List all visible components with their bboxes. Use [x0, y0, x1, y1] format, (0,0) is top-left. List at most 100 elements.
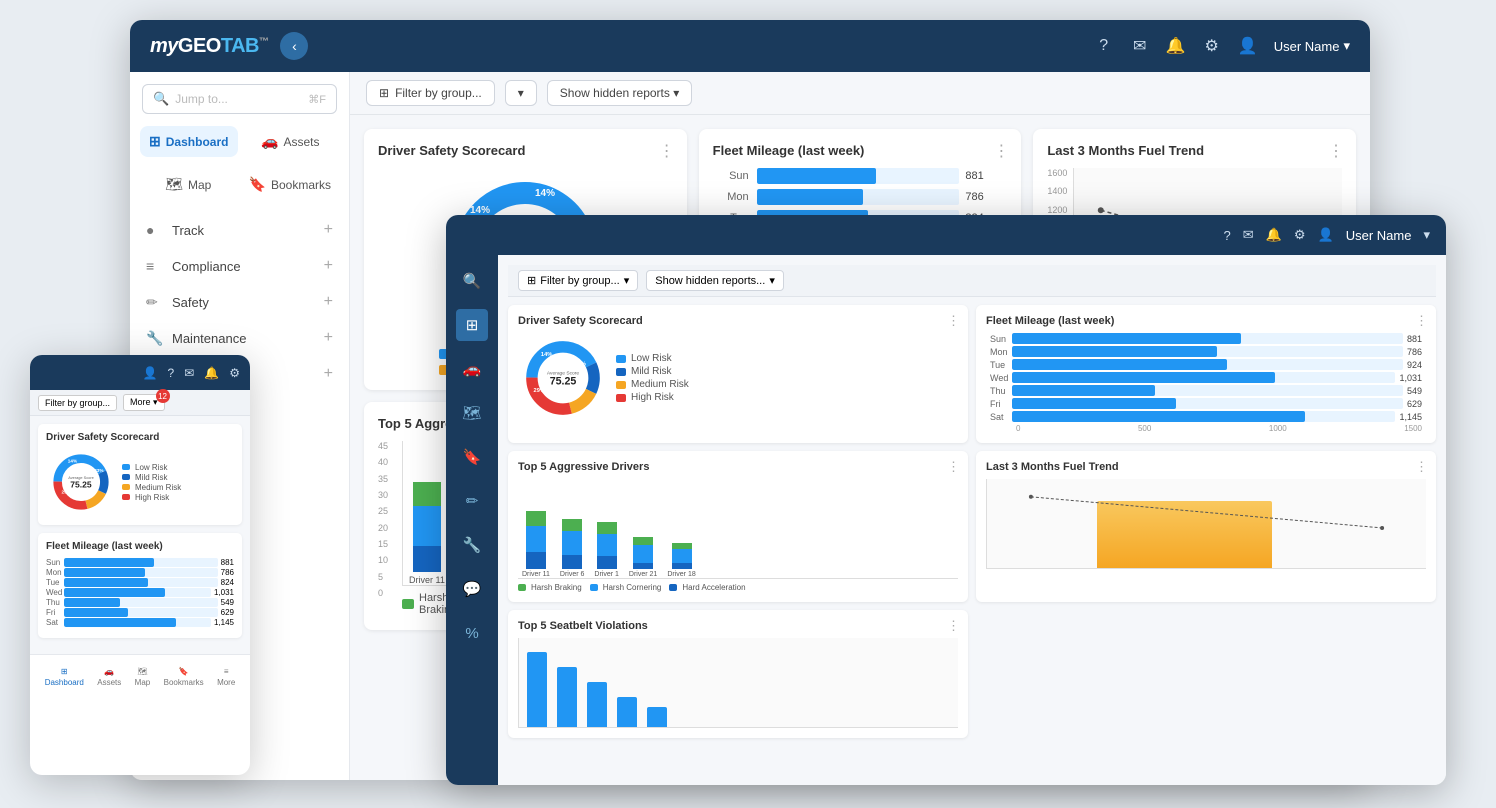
scorecard-content-3: Average Score 75.25 43% 14% 29% Low Risk… [46, 447, 234, 517]
track-icon: ● [146, 222, 162, 238]
bottom-nav-assets[interactable]: 🚗 Assets [97, 667, 121, 687]
map-icon: 🗺 [165, 176, 183, 193]
sidebar-item-maintenance[interactable]: 🔧 Maintenance + [130, 320, 349, 356]
aggressive-menu-2[interactable]: ⋮ [947, 459, 960, 475]
card-menu-icon[interactable]: ⋮ [659, 141, 675, 161]
sidebar-item-compliance[interactable]: ≡ Compliance + [130, 248, 349, 284]
bell-icon-2[interactable]: 🔔 [1266, 227, 1282, 243]
logo: myGEOTAB™ ‹ [150, 32, 308, 60]
more-btn-3[interactable]: More ▾ 12 [123, 394, 165, 411]
tab-dashboard[interactable]: ⊞ Dashboard [140, 126, 238, 157]
safety-content-2: Average Score 75.25 43% 14% 29% Low Risk… [518, 333, 958, 423]
dashboard-icon: ⊞ [149, 133, 161, 150]
bell-icon[interactable]: 🔔 [1166, 36, 1186, 56]
bottom-nav-bookmarks[interactable]: 🔖 Bookmarks [164, 667, 204, 687]
mail-icon-2[interactable]: ✉ [1243, 227, 1254, 243]
fleet-menu-icon[interactable]: ⋮ [993, 141, 1009, 161]
aggressive-bars-2: Driver 11 Driver 6 [518, 479, 958, 579]
track-expand-icon[interactable]: + [324, 221, 333, 239]
chat-icon-2[interactable]: 💬 [456, 573, 488, 605]
donut-legend-2: Low Risk Mild Risk Medium Risk High Risk [616, 353, 689, 403]
bottom-nav-more[interactable]: ≡ More [217, 667, 235, 687]
driver11-cornering [413, 506, 441, 546]
fleet-card-2: Fleet Mileage (last week) ⋮ Sun881 Mon78… [976, 305, 1436, 443]
svg-text:75.25: 75.25 [550, 376, 577, 388]
assets-icon-2[interactable]: 🚗 [456, 353, 488, 385]
seatbelt-card-2: Top 5 Seatbelt Violations ⋮ [508, 610, 968, 738]
help-icon-2[interactable]: ? [1224, 228, 1231, 243]
safety-menu-2[interactable]: ⋮ [947, 313, 960, 329]
dropdown-button[interactable]: ▾ [505, 80, 537, 106]
driver11-bar: Driver 11 [409, 482, 445, 585]
compliance-expand-icon[interactable]: + [324, 257, 333, 275]
seatbelt-title-2: Top 5 Seatbelt Violations [518, 620, 958, 632]
fleet-title-3: Fleet Mileage (last week) [46, 541, 234, 552]
bottom-nav-map[interactable]: 🗺 Map [135, 667, 151, 687]
sidebar-item-track[interactable]: ● Track + [130, 212, 349, 248]
bar-row-sun: Sun 881 [721, 168, 1000, 184]
gear-icon[interactable]: ⚙ [1202, 36, 1222, 56]
mail-icon[interactable]: ✉ [1130, 36, 1150, 56]
filter-bar-2: ⊞ Filter by group... ▾ Show hidden repor… [508, 265, 1436, 297]
seatbelt-bars-2 [518, 638, 958, 728]
aggressive-title-2: Top 5 Aggressive Drivers [518, 461, 958, 473]
assets-icon: 🚗 [261, 133, 278, 150]
safety-scorecard-title: Driver Safety Scorecard [378, 143, 673, 158]
fleet-mileage-title: Fleet Mileage (last week) [713, 143, 1008, 158]
fleet-bars-3: Sun881 Mon786 Tue824 Wed1,031 Thu549 Fri… [46, 556, 234, 630]
filter-btn-3[interactable]: Filter by group... [38, 395, 117, 411]
svg-text:29%: 29% [534, 388, 545, 394]
percent-icon-2[interactable]: % [456, 617, 488, 649]
maintenance-expand-icon[interactable]: + [324, 329, 333, 347]
user-icon-2[interactable]: 👤 [1318, 227, 1334, 243]
maintenance-icon: 🔧 [146, 330, 162, 347]
aggressive-yaxis: 45 40 35 30 25 20 15 10 5 0 [378, 441, 396, 616]
aggressive-legend-2: Harsh Braking Harsh Cornering Hard Accel… [518, 583, 958, 592]
tab-map[interactable]: 🗺 Map [140, 169, 237, 200]
user-icon[interactable]: 👤 [1238, 36, 1258, 56]
dashboard-icon-2[interactable]: ⊞ [456, 309, 488, 341]
search-icon-2[interactable]: 🔍 [456, 265, 488, 297]
safety-expand-icon[interactable]: + [324, 293, 333, 311]
sidebar-item-safety[interactable]: ✏ Safety + [130, 284, 349, 320]
nav-tabs-2: 🗺 Map 🔖 Bookmarks [140, 169, 339, 200]
search-icon: 🔍 [153, 91, 169, 107]
filter-by-group-button[interactable]: ⊞ Filter by group... [366, 80, 495, 106]
topbar-3-icons: 👤 ? ✉ 🔔 ⚙ [143, 366, 240, 380]
driver11-label: Driver 11 [409, 575, 445, 585]
nav-bookmarks-icon: 🔖 [179, 667, 189, 676]
sustainability-expand-icon[interactable]: + [324, 365, 333, 383]
person-icon-3: 👤 [143, 366, 158, 380]
aggressive-card-2: Top 5 Aggressive Drivers ⋮ Driver 11 [508, 451, 968, 602]
svg-text:43%: 43% [94, 468, 104, 473]
safety-icon: ✏ [146, 294, 162, 311]
fuel-menu-2[interactable]: ⋮ [1415, 459, 1428, 475]
gear-icon-3[interactable]: ⚙ [229, 366, 240, 380]
filter-bar-3: Filter by group... More ▾ 12 [30, 390, 250, 416]
help-icon[interactable]: ? [1094, 36, 1114, 56]
nav-assets-icon: 🚗 [104, 667, 114, 676]
bookmark-icon-2[interactable]: 🔖 [456, 441, 488, 473]
nav-more-icon: ≡ [224, 667, 229, 676]
wrench-icon-2[interactable]: 🔧 [456, 529, 488, 561]
bell-icon-3[interactable]: 🔔 [204, 366, 219, 380]
tab-bookmarks[interactable]: 🔖 Bookmarks [241, 169, 339, 200]
user-name-2[interactable]: User Name [1346, 228, 1412, 243]
user-name[interactable]: User Name ▾ [1274, 38, 1350, 54]
fleet-menu-2[interactable]: ⋮ [1415, 313, 1428, 329]
pencil-icon-2[interactable]: ✏ [456, 485, 488, 517]
gear-icon-2[interactable]: ⚙ [1294, 227, 1306, 243]
show-hidden-button[interactable]: Show hidden reports ▾ [547, 80, 692, 106]
show-hidden-btn-2[interactable]: Show hidden reports... ▾ [646, 270, 784, 291]
map-icon-2[interactable]: 🗺 [456, 397, 488, 429]
filter-btn-2[interactable]: ⊞ Filter by group... ▾ [518, 270, 638, 291]
help-icon-3[interactable]: ? [168, 366, 175, 380]
bottom-nav-dashboard[interactable]: ⊞ Dashboard [45, 667, 84, 687]
seatbelt-menu-2[interactable]: ⋮ [947, 618, 960, 634]
back-button[interactable]: ‹ [280, 32, 308, 60]
search-bar[interactable]: 🔍 Jump to... ⌘F [142, 84, 337, 114]
third-browser-window: 👤 ? ✉ 🔔 ⚙ Filter by group... More ▾ 12 D… [30, 355, 250, 775]
mail-icon-3[interactable]: ✉ [184, 366, 194, 380]
fuel-menu-icon[interactable]: ⋮ [1328, 141, 1344, 161]
tab-assets[interactable]: 🚗 Assets [242, 126, 340, 157]
